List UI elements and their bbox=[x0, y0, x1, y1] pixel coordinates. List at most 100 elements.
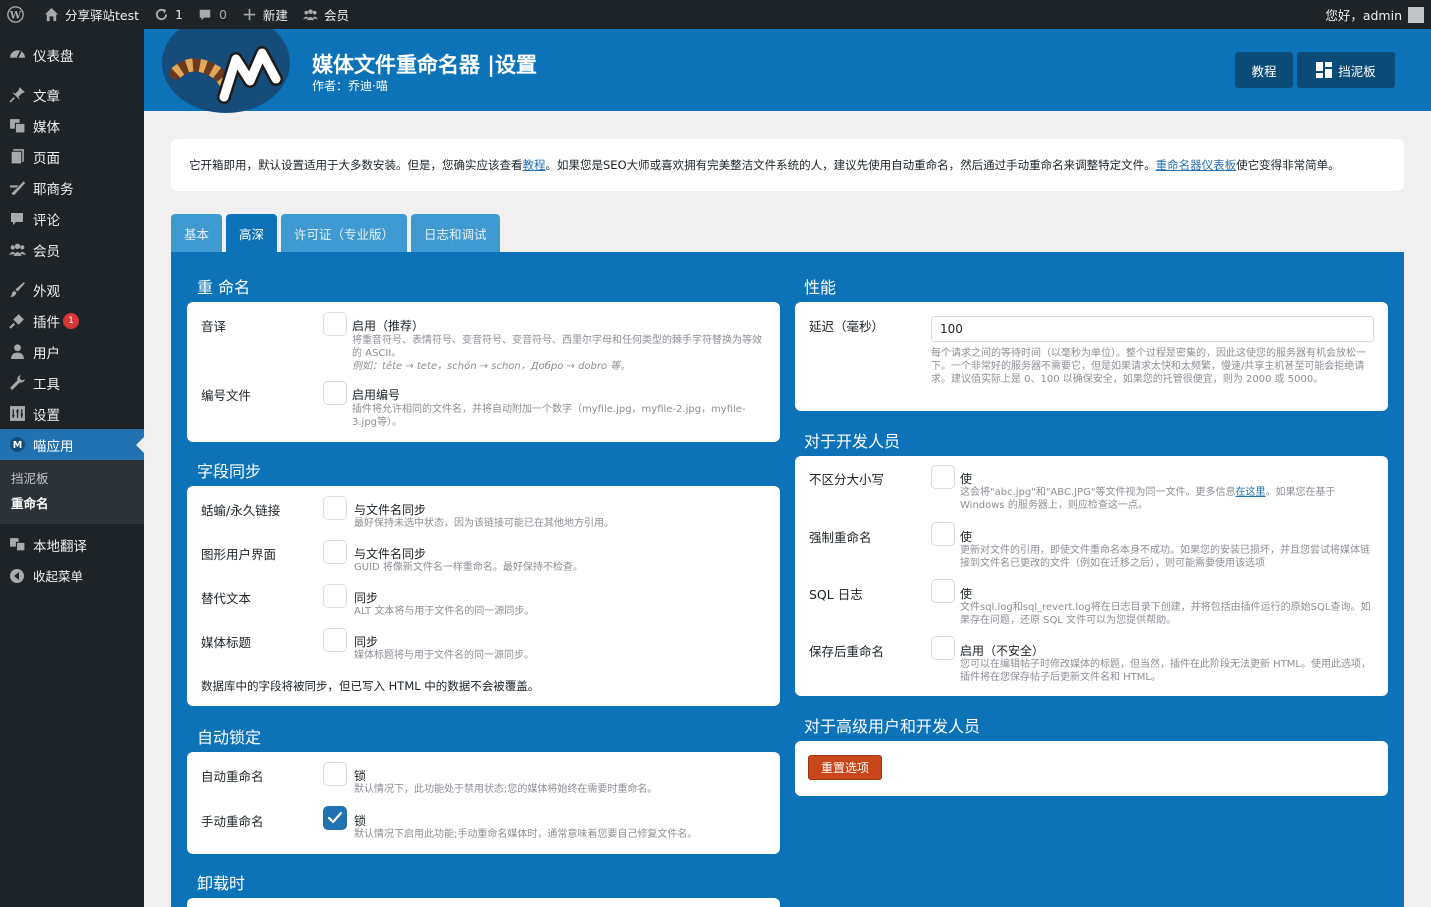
rename-section-title: 重 命名 bbox=[197, 278, 251, 297]
auto-rename-label: 自动重命名 bbox=[201, 769, 264, 784]
case-insensitive-option: 使 bbox=[960, 472, 973, 486]
pin-icon bbox=[8, 86, 26, 104]
alt-text-checkbox[interactable] bbox=[323, 584, 347, 608]
submenu-dashboard[interactable]: 挡泥板 bbox=[0, 466, 144, 491]
rename-on-save-checkbox[interactable] bbox=[931, 636, 955, 660]
transliteration-checkbox[interactable] bbox=[323, 312, 347, 336]
tutorial-button[interactable]: 教程 bbox=[1235, 52, 1293, 88]
collapse-menu[interactable]: 收起菜单 bbox=[0, 560, 144, 591]
dashboard-button-label: 挡泥板 bbox=[1338, 63, 1376, 79]
tab-advanced[interactable]: 高深 bbox=[226, 214, 278, 252]
dashboard-button[interactable]: 挡泥板 bbox=[1297, 52, 1395, 88]
sync-section-title: 字段同步 bbox=[197, 462, 262, 481]
menu-appearance[interactable]: 外观 bbox=[0, 274, 144, 305]
force-rename-checkbox[interactable] bbox=[931, 522, 955, 546]
sql-log-checkbox[interactable] bbox=[931, 579, 955, 603]
case-insensitive-more-link[interactable]: 在这里 bbox=[1235, 487, 1265, 498]
manual-rename-lock-checkbox[interactable] bbox=[323, 806, 347, 830]
tutorial-link[interactable]: 教程 bbox=[523, 157, 546, 173]
settings-panel: 重 命名 音译 启用（推荐） 将重音符号、表情符号、变音符号、变音符号、西里尔字… bbox=[171, 252, 1404, 907]
menu-plugins[interactable]: 插件 1 bbox=[0, 305, 144, 336]
rename-on-save-desc: 您可以在编辑帖子时修改媒体的标题，但当然，插件在此阶段无法更新 HTML。使用此… bbox=[960, 659, 1372, 683]
page-icon bbox=[8, 148, 26, 166]
slug-label: 蛞蝓/永久链接 bbox=[201, 503, 281, 518]
page-title: 媒体文件重命名器 |设置 bbox=[312, 53, 537, 77]
my-account[interactable]: 您好，admin bbox=[1318, 0, 1431, 29]
comments-count: 0 bbox=[218, 7, 227, 22]
developers-section-title: 对于开发人员 bbox=[804, 432, 901, 451]
tab-license[interactable]: 许可证（专业版） bbox=[281, 214, 408, 252]
menu-label: 文章 bbox=[33, 88, 60, 105]
site-name: 分享驿站test bbox=[65, 8, 140, 23]
updates-link[interactable]: 1 bbox=[146, 0, 190, 29]
performance-card: 延迟（毫秒） 100 每个请求之间的等待时间（以毫秒为单位）。整个过程是密集的，… bbox=[795, 302, 1388, 411]
menu-label: 页面 bbox=[33, 150, 60, 167]
guid-checkbox[interactable] bbox=[323, 540, 347, 564]
manual-rename-label: 手动重命名 bbox=[201, 814, 264, 829]
wordpress-logo[interactable]: W bbox=[0, 0, 36, 29]
menu-label: 插件 bbox=[33, 314, 60, 331]
sync-note: 数据库中的字段将被同步，但已写入 HTML 中的数据不会被覆盖。 bbox=[201, 679, 540, 693]
case-insensitive-label: 不区分大小写 bbox=[809, 472, 885, 487]
members-link[interactable]: 会员 bbox=[295, 0, 356, 29]
menu-label: 媒体 bbox=[33, 119, 60, 136]
menu-label: 工具 bbox=[33, 376, 60, 393]
case-insensitive-desc: 这会将"abc.jpg"和"ABC.JPG"等文件视为同一文件。更多信息在这里。… bbox=[960, 486, 1374, 512]
plugin-header: 媒体文件重命名器 |设置 作者：乔迪·喵 教程 挡泥板 bbox=[144, 29, 1431, 113]
slug-checkbox[interactable] bbox=[323, 496, 347, 520]
dashboard-grid-icon bbox=[1316, 62, 1333, 78]
translate-icon bbox=[8, 536, 26, 554]
auto-rename-lock-checkbox[interactable] bbox=[323, 762, 347, 786]
comment-icon bbox=[197, 6, 214, 23]
autolock-card: 自动重命名 锁 默认情况下，此功能处于禁用状态;您的媒体将始终在需要时重命名。 … bbox=[187, 752, 780, 854]
delay-input[interactable]: 100 bbox=[931, 316, 1374, 342]
site-name-link[interactable]: 分享驿站test bbox=[36, 0, 146, 29]
comment-icon bbox=[8, 210, 26, 228]
home-icon bbox=[43, 6, 60, 23]
menu-dashboard[interactable]: 仪表盘 bbox=[0, 39, 144, 70]
menu-business[interactable]: 耶商务 bbox=[0, 172, 144, 203]
menu-local-translate[interactable]: 本地翻译 bbox=[0, 529, 144, 560]
menu-label: 用户 bbox=[33, 345, 60, 362]
menu-posts[interactable]: 文章 bbox=[0, 79, 144, 110]
numbered-files-checkbox[interactable] bbox=[323, 381, 347, 405]
tab-logs[interactable]: 日志和调试 bbox=[411, 214, 500, 252]
menu-label: 收起菜单 bbox=[33, 569, 84, 584]
sync-card: 蛞蝓/永久链接 与文件名同步 最好保持未选中状态，因为该链接可能已在其他地方引用… bbox=[187, 486, 780, 706]
menu-users[interactable]: 用户 bbox=[0, 336, 144, 367]
tab-basic[interactable]: 基本 bbox=[171, 214, 223, 252]
rename-on-save-label: 保存后重命名 bbox=[809, 644, 885, 659]
plugin-icon bbox=[8, 312, 26, 330]
menu-label: 仪表盘 bbox=[33, 48, 74, 65]
performance-section-title: 性能 bbox=[804, 278, 837, 297]
uninstall-card bbox=[187, 898, 780, 907]
advanced-section-title: 对于高级用户和开发人员 bbox=[804, 717, 981, 736]
new-label: 新建 bbox=[262, 8, 288, 23]
comments-link[interactable]: 0 bbox=[190, 0, 234, 29]
menu-members[interactable]: 会员 bbox=[0, 234, 144, 265]
menu-media[interactable]: 媒体 bbox=[0, 110, 144, 141]
menu-settings[interactable]: 设置 bbox=[0, 398, 144, 429]
case-insensitive-checkbox[interactable] bbox=[931, 465, 955, 489]
notice-text-2: 。如果您是SEO大师或喜欢拥有完美整洁文件系统的人，建议先使用自动重命名，然后通… bbox=[545, 158, 1156, 172]
settings-icon bbox=[8, 405, 26, 423]
menu-pages[interactable]: 页面 bbox=[0, 141, 144, 172]
media-title-checkbox[interactable] bbox=[323, 628, 347, 652]
submenu-rename[interactable]: 重命名 bbox=[0, 491, 144, 516]
menu-label: 耶商务 bbox=[33, 181, 74, 198]
new-content-link[interactable]: 新建 bbox=[234, 0, 295, 29]
alt-text-label: 替代文本 bbox=[201, 591, 252, 606]
svg-text:W: W bbox=[9, 9, 22, 21]
menu-comments[interactable]: 评论 bbox=[0, 203, 144, 234]
groups-icon bbox=[302, 6, 319, 23]
plugins-update-badge: 1 bbox=[63, 312, 79, 329]
menu-tools[interactable]: 工具 bbox=[0, 367, 144, 398]
reset-options-button[interactable]: 重置选项 bbox=[808, 755, 882, 780]
slug-desc: 最好保持未选中状态，因为该链接可能已在其他地方引用。 bbox=[354, 518, 614, 529]
admin-bar: W 分享驿站test 1 0 新建 会员 您好，admin bbox=[0, 0, 1431, 29]
renamer-dashboard-link[interactable]: 重命名器仪表板 bbox=[1156, 157, 1237, 173]
rename-card: 音译 启用（推荐） 将重音符号、表情符号、变音符号、变音符号、西里尔字母和任何类… bbox=[187, 302, 780, 442]
menu-meow-apps[interactable]: M 喵应用 bbox=[0, 429, 144, 460]
members-label: 会员 bbox=[323, 8, 349, 23]
uninstall-section-title: 卸载时 bbox=[197, 874, 246, 893]
